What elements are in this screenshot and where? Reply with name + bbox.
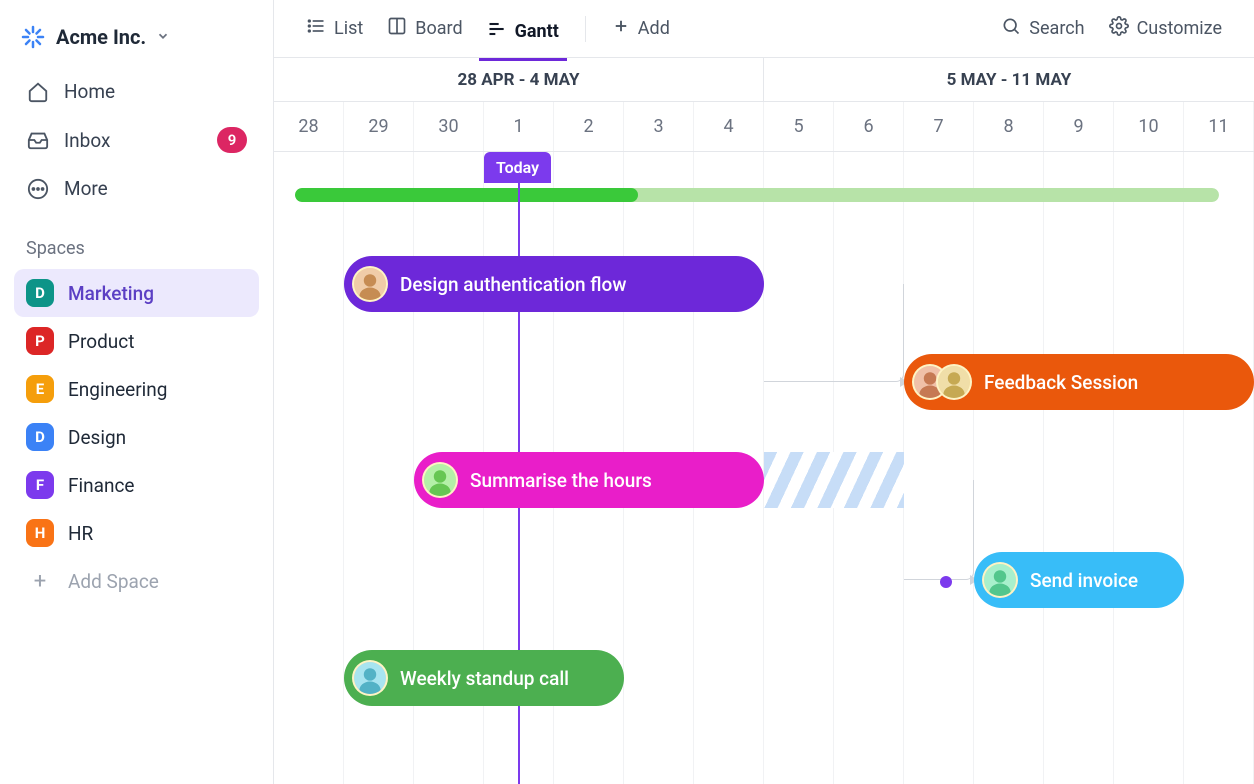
day-cell: 10	[1114, 102, 1184, 151]
avatar	[936, 364, 972, 400]
space-label: Finance	[68, 474, 134, 497]
spaces-list: D Marketing P Product E Engineering D Design F Fi…	[14, 269, 259, 557]
space-label: Engineering	[68, 378, 167, 401]
customize-label: Customize	[1137, 18, 1222, 39]
main: List Board Gantt Add Search Cus	[274, 0, 1254, 784]
space-item-marketing[interactable]: D Marketing	[14, 269, 259, 317]
nav-home-label: Home	[64, 80, 115, 103]
add-view-button[interactable]: Add	[604, 9, 678, 48]
day-cell: 5	[764, 102, 834, 151]
space-item-engineering[interactable]: E Engineering	[14, 365, 259, 413]
plus-icon: +	[26, 567, 54, 595]
day-cell: 7	[904, 102, 974, 151]
view-board-label: Board	[415, 18, 462, 39]
view-gantt-label: Gantt	[515, 21, 559, 42]
space-chip: H	[26, 519, 54, 547]
week-range-a: 28 APR - 4 MAY	[274, 58, 764, 101]
day-cell: 30	[414, 102, 484, 151]
today-label: Today	[484, 152, 551, 183]
day-cell: 3	[624, 102, 694, 151]
board-icon	[387, 16, 407, 41]
topbar: List Board Gantt Add Search Cus	[274, 0, 1254, 58]
space-chip: P	[26, 327, 54, 355]
space-label: HR	[68, 522, 93, 545]
day-cell: 1	[484, 102, 554, 151]
org-switcher[interactable]: Acme Inc.	[14, 18, 259, 68]
space-chip: F	[26, 471, 54, 499]
day-cell: 11	[1184, 102, 1254, 151]
day-cell: 4	[694, 102, 764, 151]
space-item-product[interactable]: P Product	[14, 317, 259, 365]
week-header: 28 APR - 4 MAY 5 MAY - 11 MAY	[274, 58, 1254, 102]
spaces-heading: Spaces	[14, 212, 259, 269]
org-logo-icon	[20, 24, 46, 50]
week-range-b: 5 MAY - 11 MAY	[764, 58, 1254, 101]
space-item-finance[interactable]: F Finance	[14, 461, 259, 509]
space-chip: E	[26, 375, 54, 403]
inbox-icon	[26, 129, 50, 151]
space-label: Marketing	[68, 282, 154, 305]
day-cell: 28	[274, 102, 344, 151]
org-name: Acme Inc.	[56, 25, 146, 49]
gantt-timeline[interactable]: 28 APR - 4 MAY 5 MAY - 11 MAY 2829301234…	[274, 58, 1254, 784]
chevron-down-icon	[156, 28, 170, 47]
plus-icon	[612, 17, 630, 40]
space-item-hr[interactable]: H HR	[14, 509, 259, 557]
nav-inbox-label: Inbox	[64, 129, 110, 152]
task-standup[interactable]: Weekly standup call	[344, 650, 624, 706]
task-label: Summarise the hours	[470, 469, 652, 492]
task-hours[interactable]: Summarise the hours	[414, 452, 764, 508]
add-space-button[interactable]: + Add Space	[14, 557, 259, 605]
day-cell: 2	[554, 102, 624, 151]
space-label: Product	[68, 330, 134, 353]
view-list[interactable]: List	[298, 8, 371, 49]
task-label: Feedback Session	[984, 371, 1138, 394]
day-cell: 29	[344, 102, 414, 151]
avatar	[422, 462, 458, 498]
add-space-label: Add Space	[68, 570, 159, 593]
view-board[interactable]: Board	[379, 8, 470, 49]
days-header: 2829301234567891011	[274, 102, 1254, 152]
task-feedback[interactable]: Feedback Session	[904, 354, 1254, 410]
task-slack-block	[764, 452, 904, 508]
gear-icon	[1109, 16, 1129, 41]
divider	[585, 16, 586, 42]
nav-more[interactable]: More	[14, 165, 259, 212]
space-item-design[interactable]: D Design	[14, 413, 259, 461]
avatar	[982, 562, 1018, 598]
nav-inbox[interactable]: Inbox 9	[14, 115, 259, 165]
search-button[interactable]: Search	[993, 10, 1092, 47]
gantt-icon	[487, 19, 507, 44]
day-cell: 6	[834, 102, 904, 151]
task-label: Design authentication flow	[400, 273, 626, 296]
home-icon	[26, 81, 50, 103]
day-cell: 9	[1044, 102, 1114, 151]
task-auth[interactable]: Design authentication flow	[344, 256, 764, 312]
task-label: Send invoice	[1030, 569, 1138, 592]
list-icon	[306, 16, 326, 41]
more-icon	[26, 178, 50, 200]
sidebar: Acme Inc. Home Inbox 9 More Spaces DMar	[0, 0, 274, 784]
space-chip: D	[26, 423, 54, 451]
day-cell: 8	[974, 102, 1044, 151]
task-label: Weekly standup call	[400, 667, 569, 690]
view-gantt[interactable]: Gantt	[479, 11, 567, 61]
progress-bar	[295, 188, 1219, 202]
milestone-dot[interactable]	[940, 576, 952, 588]
search-icon	[1001, 16, 1021, 41]
view-list-label: List	[334, 18, 363, 39]
space-chip: D	[26, 279, 54, 307]
space-label: Design	[68, 426, 126, 449]
nav-more-label: More	[64, 177, 108, 200]
inbox-badge: 9	[217, 127, 247, 153]
avatar	[352, 266, 388, 302]
avatar	[352, 660, 388, 696]
nav-home[interactable]: Home	[14, 68, 259, 115]
customize-button[interactable]: Customize	[1101, 10, 1230, 47]
search-label: Search	[1029, 18, 1084, 39]
add-view-label: Add	[638, 18, 670, 39]
task-invoice[interactable]: Send invoice	[974, 552, 1184, 608]
